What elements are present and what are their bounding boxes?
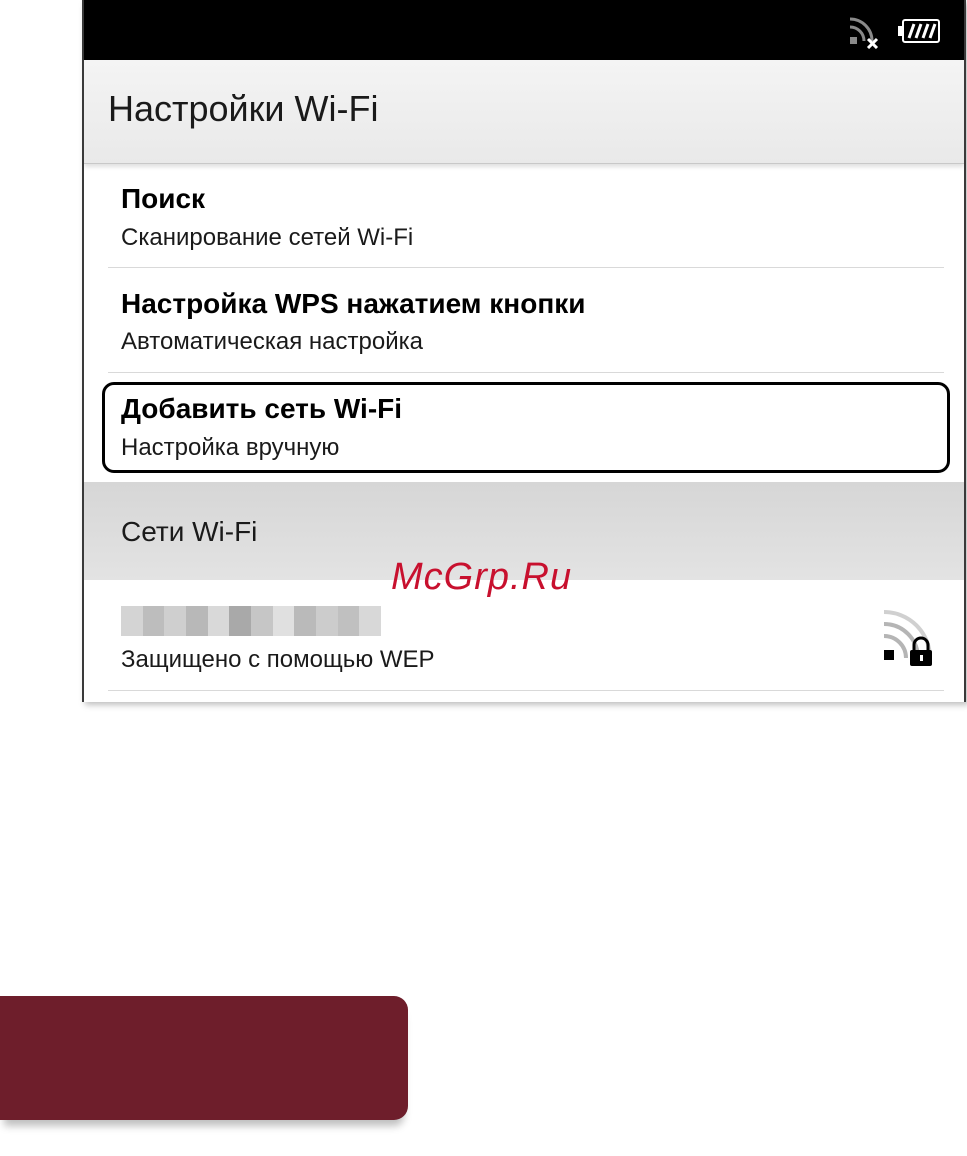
menu-item-search[interactable]: Поиск Сканирование сетей Wi-Fi — [108, 163, 944, 267]
divider — [108, 690, 944, 691]
menu-item-title: Настройка WPS нажатием кнопки — [121, 288, 586, 319]
app-header: Настройки Wi-Fi — [84, 60, 964, 164]
menu-item-title: Поиск — [121, 183, 206, 214]
menu-item-subtitle: Настройка вручную — [121, 434, 340, 461]
menu-item-subtitle: Автоматическая настройка — [121, 328, 423, 355]
device-screen: Настройки Wi-Fi Поиск Сканирование сетей… — [82, 0, 966, 702]
wifi-locked-icon — [882, 610, 938, 673]
caption-panel — [0, 996, 408, 1120]
network-security-label: Защищено с помощью WEP — [121, 646, 435, 673]
status-icons — [848, 13, 940, 54]
wifi-disconnected-icon — [848, 13, 880, 54]
status-bar — [84, 0, 964, 60]
battery-full-icon — [898, 19, 940, 48]
menu-item-title: Добавить сеть Wi-Fi — [121, 393, 403, 424]
watermark: McGrp.Ru — [391, 556, 573, 598]
page-title: Настройки Wi-Fi — [108, 88, 379, 129]
menu-item-add-network[interactable]: Добавить сеть Wi-Fi Настройка вручную — [108, 373, 944, 479]
section-title: Сети Wi-Fi — [121, 516, 258, 547]
menu-item-subtitle: Сканирование сетей Wi-Fi — [121, 224, 414, 251]
blurred-network-name — [121, 606, 382, 636]
menu-item-wps[interactable]: Настройка WPS нажатием кнопки Автоматиче… — [108, 268, 944, 372]
